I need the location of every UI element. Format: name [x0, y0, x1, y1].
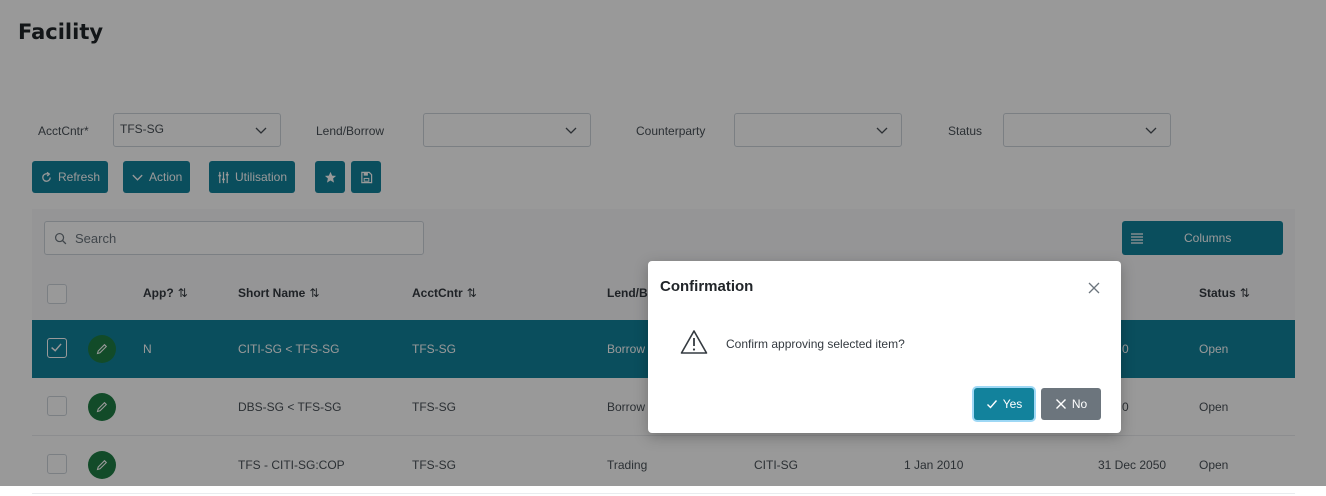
- dialog-title: Confirmation: [660, 278, 754, 295]
- no-button-label: No: [1071, 397, 1088, 411]
- check-icon: [986, 400, 997, 409]
- close-icon[interactable]: [1087, 281, 1101, 295]
- warning-icon: [680, 330, 708, 354]
- x-icon: [1055, 399, 1066, 409]
- yes-button[interactable]: Yes: [974, 388, 1034, 420]
- no-button[interactable]: No: [1041, 388, 1101, 420]
- yes-button-label: Yes: [1002, 397, 1023, 411]
- dialog-message: Confirm approving selected item?: [726, 337, 905, 351]
- confirmation-dialog: Confirmation Confirm approving selected …: [648, 261, 1121, 433]
